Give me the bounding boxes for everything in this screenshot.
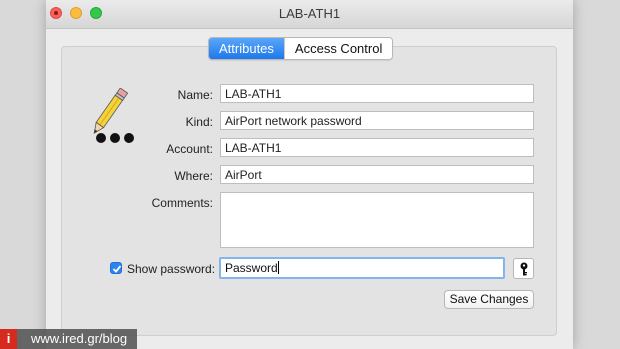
account-label: Account: — [166, 142, 213, 156]
account-field[interactable]: LAB-ATH1 — [220, 138, 534, 157]
watermark-url: www.ired.gr/blog — [17, 329, 138, 349]
kind-field[interactable]: AirPort network password — [220, 111, 534, 130]
kind-label: Kind: — [185, 115, 213, 129]
watermark: i www.ired.gr/blog — [0, 329, 138, 349]
tab-attributes[interactable]: Attributes — [209, 38, 284, 59]
title-bar: LAB-ATH1 — [46, 0, 573, 29]
save-changes-button[interactable]: Save Changes — [444, 290, 534, 309]
name-field[interactable]: LAB-ATH1 — [220, 84, 534, 103]
comments-field[interactable] — [220, 192, 534, 248]
show-password-label: Show password: — [127, 262, 216, 276]
key-button[interactable] — [513, 258, 534, 279]
password-value: Password — [225, 261, 278, 275]
show-password-checkbox[interactable] — [110, 262, 122, 274]
checkmark-icon — [112, 265, 122, 273]
keychain-item-window: LAB-ATH1 Attributes Access Control Name:… — [46, 0, 573, 349]
key-icon — [520, 262, 528, 276]
where-label: Where: — [174, 169, 213, 183]
text-caret — [277, 261, 279, 274]
tab-access-control[interactable]: Access Control — [283, 38, 393, 59]
name-label: Name: — [177, 88, 213, 102]
password-field[interactable]: Password — [219, 257, 505, 279]
where-field[interactable]: AirPort — [220, 165, 534, 184]
comments-label: Comments: — [151, 196, 213, 210]
window-title: LAB-ATH1 — [278, 6, 341, 21]
tab-bar: Attributes Access Control — [208, 37, 394, 60]
ired-logo: i — [0, 329, 17, 349]
